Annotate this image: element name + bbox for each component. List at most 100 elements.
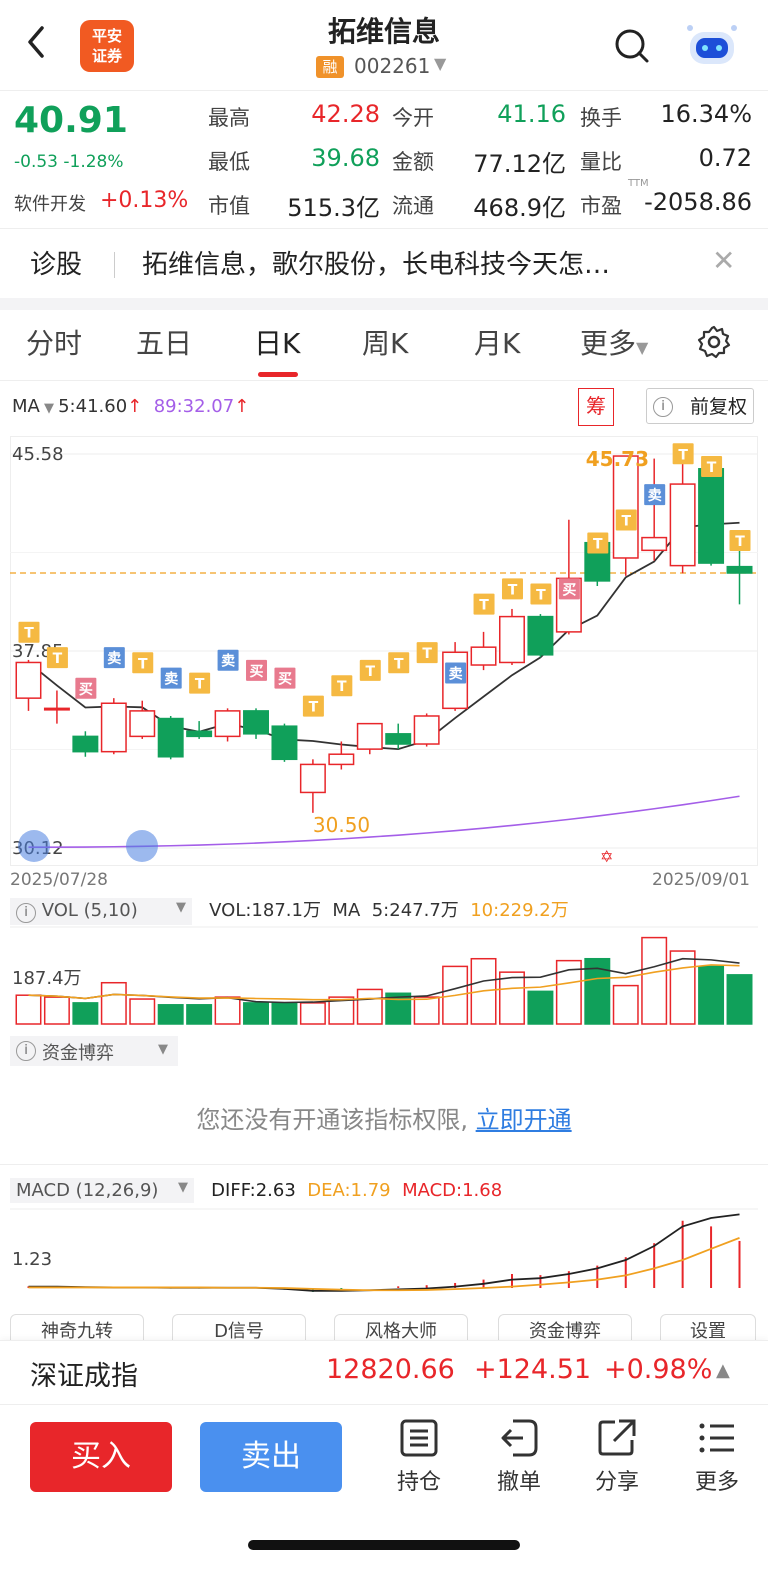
positions-button[interactable]: 持仓 [384,1418,454,1496]
volume-chart[interactable]: 187.4万 [10,926,758,1026]
quote-label: 流通 [392,194,434,218]
buy-button[interactable]: 买入 [30,1422,172,1492]
diagnosis-text[interactable]: 拓维信息，歌尔股份，长电科技今天怎… [142,244,682,281]
macd-value: MACD:1.68 [402,1180,503,1201]
chip-distribution-button[interactable]: 筹 [578,388,614,426]
divider [114,252,115,278]
signal-text: T [536,587,546,603]
active-tab-indicator [258,372,298,377]
quote-label: 今开 [392,106,434,130]
share-icon [598,1419,636,1456]
signal-text: T [707,460,717,476]
date-start: 2025/07/28 [10,870,108,890]
candle-body [299,763,326,794]
fund-indicator-select[interactable]: i 资金博弈 ▼ [10,1036,178,1066]
tab-monthly-k[interactable]: 月K [474,322,520,362]
signal-text: T [394,656,404,672]
cancel-order-button[interactable]: 撤单 [484,1418,554,1496]
quote-value: 39.68 [311,144,380,172]
adjust-mode-button[interactable]: i 前复权 [646,388,754,424]
quote-label: 市值 [208,194,250,218]
signal-text: 卖 [221,653,235,670]
signal-text: T [422,646,432,662]
quote-label: 最低 [208,150,250,174]
volume-bar [43,996,70,1025]
volume-bar [299,1002,326,1025]
volume-y-label: 187.4万 [12,968,82,989]
candle-body [413,715,440,745]
more-button[interactable]: 更多 [682,1418,752,1496]
volume-label: VOL (5,10) [41,900,138,921]
logo-text-line1: 平安 [91,27,122,45]
no-permission-message: 您还没有开通该指标权限, 立即开通 [0,1100,768,1135]
tab-weekly-k[interactable]: 周K [362,322,408,362]
volume-bar [669,950,696,1025]
volume-ma-label: MA [332,900,361,921]
open-permission-link[interactable]: 立即开通 [476,1106,572,1134]
macd-indicator-select[interactable]: MACD (12,26,9) ▼ [10,1178,194,1203]
signal-text: T [337,679,347,695]
volume-bar [100,981,127,1025]
macd-label: MACD (12,26,9) [16,1180,159,1201]
sector-name[interactable]: 软件开发 [14,190,86,216]
diagnosis-label: 诊股 [30,250,83,280]
tab-intraday[interactable]: 分时 [26,322,82,362]
candle-body [641,536,668,552]
document-icon [400,1419,438,1457]
signal-text: 买 [79,682,93,698]
info-icon: i [653,397,673,417]
ma89-value: 89:32.07 [153,396,235,417]
candle-body [15,661,42,699]
tab-more[interactable]: 更多▼ [580,322,648,362]
ma5-value: 5:41.60 [58,396,128,417]
current-price: 40.91 [14,100,128,141]
ai-assistant-robot-icon[interactable] [684,22,740,70]
volume-bar [499,971,525,1025]
candle-body [385,733,412,745]
volume-bar [356,988,383,1025]
chevron-down-icon: ▼ [178,1180,188,1195]
candle-body [157,717,184,758]
positions-label: 持仓 [396,1470,441,1495]
candle-body [356,722,383,750]
volume-bar [15,994,42,1025]
close-icon[interactable]: ✕ [712,244,735,277]
chevron-up-icon[interactable]: ▲ [716,1360,730,1381]
margin-badge: 融 [316,56,344,78]
candle-body [527,615,554,656]
quote-value: 0.72 [698,144,752,172]
signal-text: T [621,514,631,530]
kline-chart[interactable]: 45.5837.8530.12TT买卖T卖T卖买买TTTTT卖TTT买TT卖TT… [10,436,758,866]
home-indicator [248,1540,520,1550]
search-icon[interactable] [612,26,652,66]
y-axis-label: 45.58 [12,444,64,465]
volume-indicator-select[interactable]: i VOL (5,10) ▼ [10,898,192,925]
signal-text: T [678,447,688,463]
quote-value: 41.16 [497,100,566,128]
back-chevron-icon[interactable] [22,22,62,66]
divider [0,380,768,381]
code-dropdown-icon[interactable]: ▼ [434,54,446,73]
quote-label: 金额 [392,150,434,174]
cancel-order-label: 撤单 [496,1470,541,1495]
share-button[interactable]: 分享 [582,1418,652,1496]
candle-body [186,730,213,738]
signal-text: T [53,651,63,667]
gear-icon[interactable] [696,324,732,360]
tab-five-day[interactable]: 五日 [136,322,192,362]
index-percent: +0.98% [604,1354,713,1385]
section-gap [0,298,768,310]
tab-daily-k[interactable]: 日K [254,322,300,362]
fund-label: 资金博弈 [42,1043,114,1064]
candle-body [328,753,355,766]
chevron-down-icon: ▼ [158,1042,168,1057]
stock-code[interactable]: 002261 [354,54,430,78]
logo-text-line2: 证券 [91,47,122,65]
share-label: 分享 [594,1470,639,1495]
sell-button[interactable]: 卖出 [200,1422,342,1492]
star-marker-icon: ✡ [600,847,613,866]
signal-text: 卖 [648,487,662,504]
ma-legend[interactable]: MA ▼ 5:41.60↑ 89:32.07↑ [12,396,249,417]
macd-chart[interactable]: 1.23 [10,1208,758,1306]
candle-body [669,483,696,567]
